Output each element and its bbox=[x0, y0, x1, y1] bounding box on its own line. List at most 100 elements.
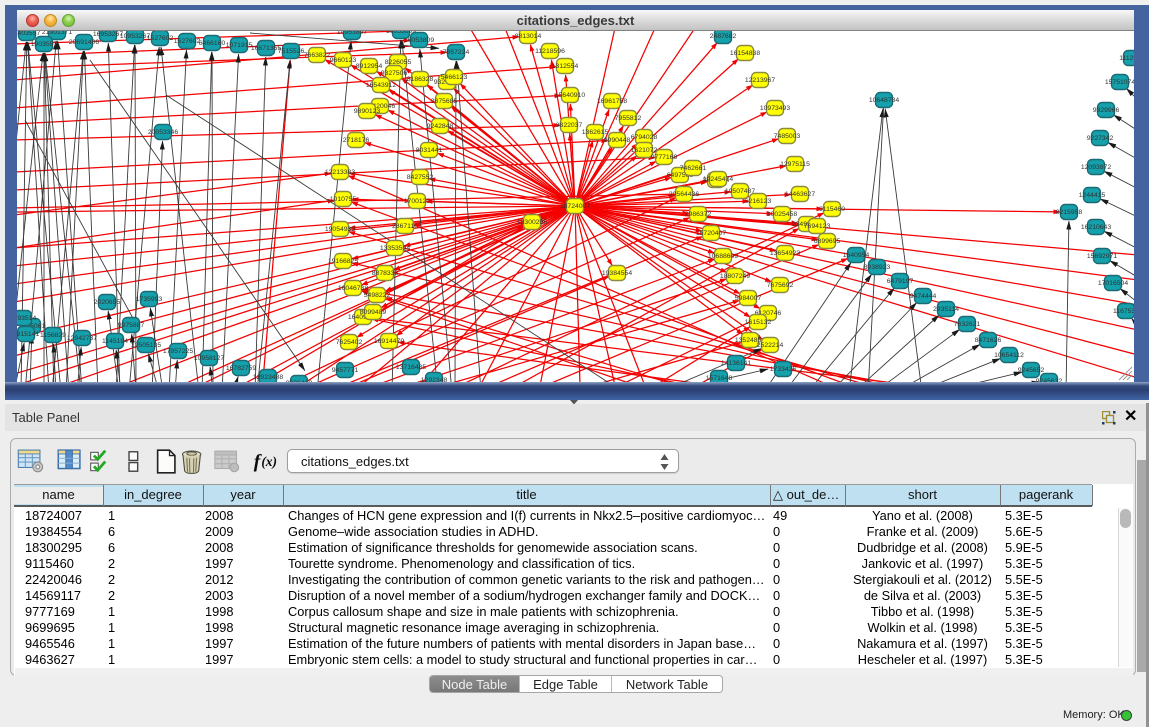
svg-text:8186328: 8186328 bbox=[407, 76, 434, 83]
svg-text:1393514: 1393514 bbox=[17, 315, 36, 322]
svg-text:1156829: 1156829 bbox=[40, 332, 66, 339]
svg-text:13353594: 13353594 bbox=[380, 245, 410, 252]
svg-text:20564436: 20564436 bbox=[669, 191, 699, 198]
svg-text:2487682: 2487682 bbox=[710, 33, 737, 40]
svg-text:18724007: 18724007 bbox=[560, 203, 590, 210]
svg-text:5984007: 5984007 bbox=[735, 295, 762, 302]
svg-text:2986372: 2986372 bbox=[685, 211, 712, 218]
svg-text:9327506: 9327506 bbox=[381, 70, 408, 77]
svg-text:2935114: 2935114 bbox=[933, 306, 959, 313]
svg-text:6794028: 6794028 bbox=[631, 134, 658, 141]
svg-text:17957225: 17957225 bbox=[163, 348, 193, 355]
svg-text:3822037: 3822037 bbox=[556, 122, 583, 129]
svg-text:16914479: 16914479 bbox=[374, 338, 404, 345]
svg-text:9777169: 9777169 bbox=[651, 154, 678, 161]
svg-text:8912954: 8912954 bbox=[356, 63, 383, 70]
svg-text:2522214: 2522214 bbox=[757, 342, 784, 349]
svg-text:16053809: 16053809 bbox=[404, 37, 434, 44]
svg-text:1735993: 1735993 bbox=[136, 296, 163, 303]
svg-text:1292348: 1292348 bbox=[421, 377, 448, 382]
svg-text:1903557: 1903557 bbox=[31, 41, 58, 48]
svg-text:15692971: 15692971 bbox=[1087, 253, 1117, 260]
svg-text:16154838: 16154838 bbox=[730, 50, 760, 57]
svg-text:19384554: 19384554 bbox=[602, 270, 632, 277]
svg-text:7663822: 7663822 bbox=[304, 52, 331, 59]
svg-text:19166825: 19166825 bbox=[328, 258, 358, 265]
svg-text:3875685: 3875685 bbox=[431, 98, 458, 105]
svg-text:16210643: 16210643 bbox=[1081, 224, 1111, 231]
svg-text:8099489: 8099489 bbox=[360, 309, 387, 316]
svg-text:10245474: 10245474 bbox=[703, 176, 733, 183]
svg-text:1700123: 1700123 bbox=[404, 198, 431, 205]
svg-text:10025458: 10025458 bbox=[767, 211, 797, 218]
svg-text:1527602: 1527602 bbox=[147, 35, 174, 42]
svg-text:6479197: 6479197 bbox=[887, 278, 914, 285]
svg-text:12923488: 12923488 bbox=[253, 374, 283, 381]
svg-text:14463627: 14463627 bbox=[785, 191, 815, 198]
svg-text:10654112: 10654112 bbox=[994, 352, 1024, 359]
svg-text:1112543: 1112543 bbox=[1119, 55, 1134, 62]
svg-text:7632621: 7632621 bbox=[954, 321, 981, 328]
svg-text:16046738: 16046738 bbox=[338, 285, 368, 292]
svg-text:12975115: 12975115 bbox=[780, 161, 810, 168]
svg-text:8938923: 8938923 bbox=[864, 264, 891, 271]
svg-text:2718176: 2718176 bbox=[343, 137, 370, 144]
svg-text:1145194: 1145194 bbox=[102, 338, 128, 345]
svg-text:9329966: 9329966 bbox=[1093, 107, 1120, 114]
svg-text:9975887: 9975887 bbox=[118, 322, 145, 329]
svg-text:3915141: 3915141 bbox=[17, 331, 39, 338]
svg-text:6899695: 6899695 bbox=[814, 238, 841, 245]
svg-text:8427552: 8427552 bbox=[407, 174, 434, 181]
svg-text:9245632: 9245632 bbox=[1036, 378, 1063, 382]
svg-text:8990448: 8990448 bbox=[604, 137, 631, 144]
svg-text:8878332: 8878332 bbox=[372, 270, 399, 277]
svg-text:5498222: 5498222 bbox=[364, 292, 391, 299]
svg-text:12213383: 12213383 bbox=[325, 169, 355, 176]
svg-text:8813014: 8813014 bbox=[515, 33, 542, 40]
svg-text:7485003: 7485003 bbox=[774, 133, 801, 140]
svg-text:21901371: 21901371 bbox=[42, 31, 72, 36]
svg-text:1615132: 1615132 bbox=[745, 319, 772, 326]
svg-text:(x): (x) bbox=[261, 454, 277, 469]
svg-text:18300295: 18300295 bbox=[517, 219, 547, 226]
svg-text:16543912: 16543912 bbox=[366, 82, 396, 89]
svg-text:1733426: 1733426 bbox=[770, 366, 797, 373]
svg-text:7625402: 7625402 bbox=[336, 339, 363, 346]
svg-text:1527602: 1527602 bbox=[174, 38, 201, 45]
svg-text:17016504: 17016504 bbox=[1098, 280, 1128, 287]
svg-text:2867110: 2867110 bbox=[392, 223, 418, 230]
svg-text:16961758: 16961758 bbox=[597, 98, 627, 105]
svg-text:15640910: 15640910 bbox=[555, 92, 585, 99]
svg-text:9660123: 9660123 bbox=[330, 57, 357, 64]
svg-text:6216123: 6216123 bbox=[745, 198, 772, 205]
svg-text:1362615: 1362615 bbox=[582, 129, 609, 136]
svg-text:1244415: 1244415 bbox=[1079, 192, 1106, 199]
svg-text:18807249: 18807249 bbox=[720, 273, 750, 280]
svg-text:1571648: 1571648 bbox=[706, 375, 733, 382]
svg-text:1621072: 1621072 bbox=[631, 147, 658, 154]
svg-text:16953267: 16953267 bbox=[93, 31, 123, 38]
svg-text:2020655: 2020655 bbox=[94, 299, 121, 306]
svg-text:15720407: 15720407 bbox=[696, 230, 726, 237]
svg-text:15751074: 15751074 bbox=[1105, 79, 1134, 86]
svg-text:1403557: 1403557 bbox=[17, 31, 40, 37]
svg-text:7857224: 7857224 bbox=[443, 49, 470, 56]
svg-text:1071915: 1071915 bbox=[226, 42, 253, 49]
svg-text:10958127: 10958127 bbox=[194, 355, 224, 362]
svg-text:1010755: 1010755 bbox=[330, 196, 357, 203]
svg-text:9890123: 9890123 bbox=[354, 108, 381, 115]
svg-text:13716485: 13716485 bbox=[396, 364, 426, 371]
svg-text:1312554: 1312554 bbox=[552, 63, 579, 70]
svg-text:7675692: 7675692 bbox=[767, 282, 794, 289]
svg-text:9227342: 9227342 bbox=[1087, 135, 1114, 142]
svg-text:20053346: 20053346 bbox=[148, 129, 178, 136]
svg-text:12505135: 12505135 bbox=[131, 342, 161, 349]
svg-text:16782759: 16782759 bbox=[226, 365, 256, 372]
svg-text:14136141: 14136141 bbox=[721, 360, 751, 367]
svg-text:1167534: 1167534 bbox=[1113, 308, 1134, 315]
svg-text:10648784: 10648784 bbox=[869, 97, 899, 104]
svg-text:7462661: 7462661 bbox=[680, 165, 707, 172]
svg-text:7515526: 7515526 bbox=[278, 48, 305, 55]
svg-text:13654923: 13654923 bbox=[770, 250, 800, 257]
svg-text:1640954: 1640954 bbox=[843, 252, 870, 259]
